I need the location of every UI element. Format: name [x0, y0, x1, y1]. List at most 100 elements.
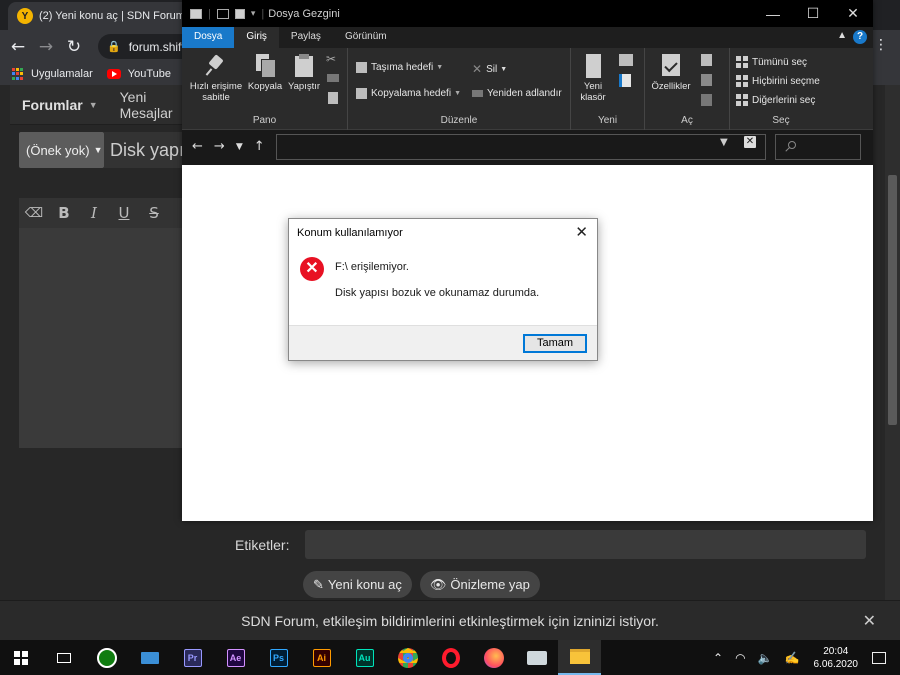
- copy-button[interactable]: Kopyala: [246, 54, 284, 92]
- bookmark-youtube[interactable]: YouTube: [106, 68, 171, 80]
- close-icon[interactable]: ✕: [833, 0, 873, 27]
- new-folder-icon[interactable]: [234, 8, 245, 19]
- italic-icon[interactable]: I: [79, 204, 109, 222]
- nav-new-posts[interactable]: Yeni Mesajlar: [98, 89, 182, 121]
- group-clipboard: Hızlı erişime sabitle Kopyala Yapıştır ✂…: [182, 48, 348, 130]
- tab-home[interactable]: Giriş: [234, 27, 279, 48]
- tags-input[interactable]: [305, 530, 866, 559]
- ribbon-collapse-icon[interactable]: ▲: [837, 30, 847, 41]
- underline-icon[interactable]: U: [109, 204, 139, 222]
- explorer-address-input[interactable]: [276, 134, 766, 160]
- chevron-up-icon[interactable]: ⌃: [713, 651, 723, 665]
- new-item-icon[interactable]: [619, 54, 633, 66]
- select-all-button[interactable]: Tümünü seç: [736, 56, 807, 68]
- chevron-down-icon[interactable]: ▼: [89, 100, 98, 110]
- speaker-icon[interactable]: 🔈: [758, 651, 773, 665]
- scrollbar-thumb[interactable]: [888, 175, 897, 425]
- quick-access-toolbar: | ▾ |: [182, 8, 264, 20]
- copy-to-icon: [356, 88, 367, 99]
- firefox-icon[interactable]: [472, 640, 515, 675]
- bold-icon[interactable]: B: [49, 204, 79, 222]
- copy-to-button[interactable]: Kopyalama hedefi ▼: [356, 88, 461, 99]
- illustrator-icon[interactable]: Ai: [300, 640, 343, 675]
- group-label: Aç: [681, 115, 693, 126]
- up-arrow-icon[interactable]: ↑: [254, 139, 265, 154]
- chevron-down-icon[interactable]: ▾: [251, 8, 256, 19]
- editor-toolbar: ⌫ B I U S: [19, 198, 182, 228]
- address-url: forum.shift: [128, 39, 185, 54]
- tab-share[interactable]: Paylaş: [279, 27, 333, 48]
- prefix-select[interactable]: (Önek yok) ▼: [19, 132, 104, 168]
- chevron-down-icon[interactable]: ▼: [720, 137, 728, 148]
- bookmark-apps[interactable]: Uygulamalar: [12, 68, 93, 80]
- move-to-button[interactable]: Taşıma hedefi ▼: [356, 62, 443, 73]
- edit-icon[interactable]: [701, 74, 712, 86]
- tags-label: Etiketler:: [235, 537, 290, 553]
- xbox-icon[interactable]: [85, 640, 128, 675]
- paste-label: Yapıştır: [287, 81, 321, 92]
- nav-forums[interactable]: Forumlar: [10, 97, 83, 113]
- explorer-app-icon: [190, 8, 202, 19]
- submit-thread-button[interactable]: ✎ Yeni konu aç: [303, 571, 412, 598]
- explorer-search-input[interactable]: [775, 134, 861, 160]
- recent-locations-icon[interactable]: ▼: [236, 142, 243, 154]
- forward-arrow-icon[interactable]: →: [214, 139, 225, 154]
- reload-icon[interactable]: ↻: [60, 37, 88, 57]
- ok-button[interactable]: Tamam: [523, 334, 587, 353]
- paste-button[interactable]: Yapıştır: [286, 54, 322, 92]
- rename-button[interactable]: Yeniden adlandır: [472, 88, 562, 99]
- thread-title-input[interactable]: Disk yapısı bozuk: [104, 132, 182, 168]
- page-scrollbar[interactable]: [885, 85, 900, 640]
- close-icon[interactable]: ✕: [863, 611, 876, 631]
- new-folder-button[interactable]: Yeni klasör: [573, 54, 613, 103]
- close-icon[interactable]: ✕: [575, 223, 588, 241]
- pen-icon[interactable]: ✍: [785, 651, 800, 665]
- invert-selection-button[interactable]: Diğerlerini seç: [736, 94, 815, 106]
- control-panel-icon[interactable]: [515, 640, 558, 675]
- forward-arrow-icon[interactable]: →: [32, 37, 60, 57]
- chrome-icon[interactable]: [386, 640, 429, 675]
- preview-button[interactable]: 👁 Önizleme yap: [419, 571, 540, 598]
- editor-textarea[interactable]: [19, 228, 182, 448]
- tab-file[interactable]: Dosya: [182, 27, 235, 48]
- opera-icon[interactable]: [429, 640, 472, 675]
- windows-start-icon[interactable]: [0, 640, 42, 675]
- premiere-icon[interactable]: Pr: [171, 640, 214, 675]
- properties-icon[interactable]: [216, 8, 229, 19]
- open-icon[interactable]: [701, 54, 712, 66]
- tab-view[interactable]: Görünüm: [333, 27, 399, 48]
- laptop-icon[interactable]: [128, 640, 171, 675]
- back-arrow-icon[interactable]: ←: [4, 37, 32, 57]
- clock[interactable]: 20:04 6.06.2020: [814, 645, 859, 671]
- after-effects-icon[interactable]: Ae: [214, 640, 257, 675]
- paste-shortcut-icon[interactable]: [328, 92, 338, 104]
- file-explorer-icon[interactable]: [558, 640, 601, 675]
- select-all-icon: [736, 56, 748, 68]
- minimize-icon[interactable]: —: [753, 0, 793, 27]
- eraser-icon[interactable]: ⌫: [19, 206, 49, 221]
- history-icon[interactable]: [701, 94, 712, 106]
- audition-icon[interactable]: Au: [343, 640, 386, 675]
- maximize-icon[interactable]: ☐: [793, 0, 833, 27]
- notification-center-icon[interactable]: [872, 651, 886, 664]
- search-icon: [788, 141, 796, 149]
- wifi-icon[interactable]: ◠: [735, 651, 745, 665]
- properties-button[interactable]: Özellikler: [649, 54, 693, 92]
- pin-quick-access-button[interactable]: Hızlı erişime sabitle: [188, 54, 244, 103]
- photoshop-icon[interactable]: Ps: [257, 640, 300, 675]
- easy-access-icon[interactable]: [619, 74, 631, 87]
- ribbon: Hızlı erişime sabitle Kopyala Yapıştır ✂…: [182, 48, 873, 130]
- browser-tab[interactable]: Y (2) Yeni konu aç | SDN Forum: [8, 2, 193, 30]
- cut-icon[interactable]: ✂: [326, 52, 336, 66]
- task-view-icon[interactable]: [42, 640, 85, 675]
- help-icon[interactable]: ?: [853, 30, 867, 44]
- chrome-menu-icon[interactable]: ⋮: [874, 38, 888, 52]
- close-icon[interactable]: ✕: [744, 136, 756, 148]
- error-dialog: Konum kullanılamıyor ✕ ✕ F:\ erişilemiyo…: [288, 218, 598, 361]
- back-arrow-icon[interactable]: ←: [192, 139, 203, 154]
- delete-button[interactable]: ✕ Sil ▼: [472, 62, 507, 76]
- new-folder-label: Yeni klasör: [580, 81, 606, 103]
- strikethrough-icon[interactable]: S: [139, 204, 169, 222]
- select-none-button[interactable]: Hiçbirini seçme: [736, 75, 820, 87]
- copy-path-icon[interactable]: [327, 74, 339, 82]
